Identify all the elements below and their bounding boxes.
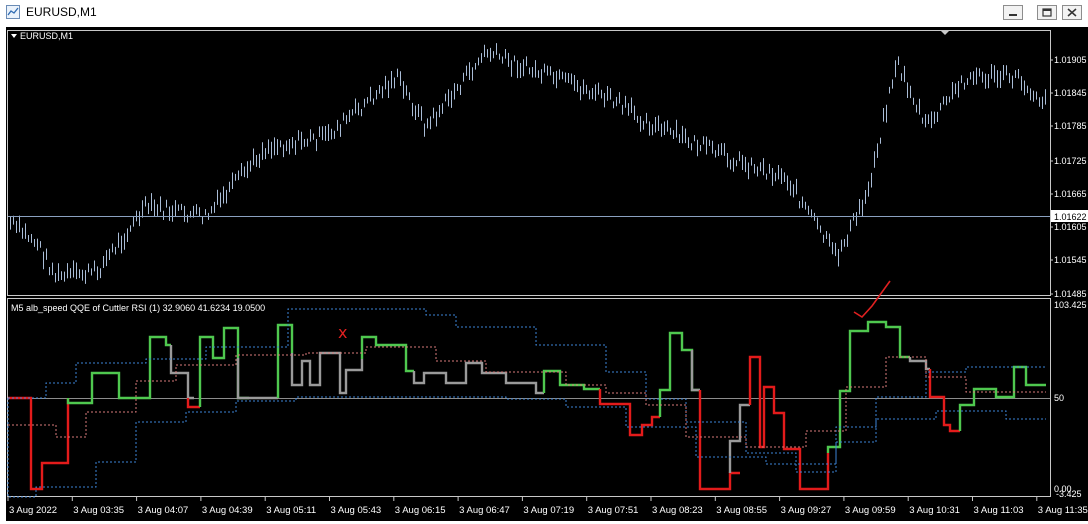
indicator-label: M5 alb_speed QQE of Cuttler RSI (1) 32.9… [11, 303, 265, 313]
rsi-line-segment [598, 389, 660, 437]
rsi-line-segment [908, 357, 930, 371]
dropdown-triangle-icon[interactable] [11, 34, 17, 38]
price-bars [10, 43, 1046, 284]
indicator-series [7, 308, 1046, 498]
chart-window-icon [6, 5, 20, 19]
rsi-line-segment [8, 396, 70, 491]
restore-icon [1042, 8, 1052, 17]
time-tick-label: 3 Aug 08:55 [716, 505, 767, 516]
time-tick-label: 3 Aug 07:19 [523, 505, 574, 516]
minimize-button[interactable] [1003, 5, 1023, 20]
time-tick-label: 3 Aug 09:27 [781, 505, 832, 516]
price-axis: 1.01905 1.01845 1.01785 1.01725 1.01665 1.016… [1050, 55, 1087, 299]
indicator-scale-bottom-2: -3.425 [1056, 489, 1082, 499]
time-axis: 3 Aug 2022 3 Aug 03:35 3 Aug 04:07 3 Aug 04… [7, 497, 1088, 516]
time-tick-label: 3 Aug 07:51 [588, 505, 639, 516]
time-tick-label: 3 Aug 2022 [9, 505, 57, 516]
window-title: EURUSD,M1 [26, 5, 97, 19]
price-tick-label: 1.01605 [1054, 222, 1087, 232]
time-tick-label: 3 Aug 10:31 [909, 505, 960, 516]
rsi-line-segment [412, 361, 544, 395]
rsi-line-segment [698, 390, 740, 491]
rsi-line-segment [169, 345, 194, 400]
rsi-line-segment [728, 403, 750, 473]
main-chart-label: EURUSD,M1 [20, 31, 73, 41]
time-tick-label: 3 Aug 06:47 [459, 505, 510, 516]
rsi-line-segment [360, 335, 414, 373]
rsi-line-segment [236, 358, 278, 400]
time-tick-label: 3 Aug 11:35 [1038, 505, 1088, 516]
chart-canvas[interactable]: EURUSD,M1 1.019051.018451.017851.017251.… [6, 27, 1088, 521]
time-tick-label: 3 Aug 04:39 [202, 505, 253, 516]
rsi-line-segment [928, 369, 960, 433]
terminal-window: EURUSD,M1 EURUSD,M1 1.01905 1.01845 1.01… [0, 0, 1088, 524]
price-tick-label: 1.01785 [1054, 121, 1087, 131]
price-tick-label: 1.01545 [1054, 255, 1087, 265]
price-tick-label: 1.01485 [1054, 289, 1087, 299]
rsi-line-segment [66, 335, 171, 405]
rsi-line-segment [290, 351, 364, 395]
rsi-line-segment [542, 369, 600, 393]
price-tick-label: 1.01845 [1054, 88, 1087, 98]
price-tick-label: 1.01665 [1054, 189, 1087, 199]
rsi-line-segment [658, 331, 700, 417]
time-tick-label: 3 Aug 09:59 [845, 505, 896, 516]
price-tick-label: 1.01905 [1054, 55, 1087, 65]
close-button[interactable] [1062, 5, 1082, 20]
time-tick-label: 3 Aug 11:03 [974, 505, 1024, 516]
rsi-line-segment [690, 350, 700, 392]
cross-annotation: x [338, 323, 347, 342]
band-line [7, 396, 1046, 498]
band-line [8, 308, 1046, 473]
time-tick-label: 3 Aug 08:23 [652, 505, 703, 516]
close-icon [1067, 8, 1077, 17]
chart-area[interactable]: EURUSD,M1 1.01905 1.01845 1.01785 1.01725 1.… [6, 27, 1088, 521]
restore-button[interactable] [1037, 5, 1057, 20]
indicator-scale-top: 103.425 [1054, 300, 1087, 310]
current-price-label: 1.01622 [1054, 212, 1087, 222]
rsi-line-segment [186, 398, 200, 409]
time-tick-label: 3 Aug 04:07 [138, 505, 189, 516]
rsi-line-segment [826, 320, 910, 453]
rsi-line-segment [276, 323, 294, 398]
indicator-level-50: 50 [1054, 393, 1064, 403]
time-tick-label: 3 Aug 05:11 [266, 505, 316, 516]
shift-marker-icon[interactable] [940, 30, 950, 35]
price-tick-label: 1.01725 [1054, 156, 1087, 166]
time-tick-label: 3 Aug 03:35 [73, 505, 124, 516]
time-tick-label: 3 Aug 06:15 [395, 505, 446, 516]
rsi-line-segment [748, 355, 830, 491]
rsi-line-segment [198, 326, 249, 407]
title-bar[interactable]: EURUSD,M1 [0, 0, 1088, 26]
minimize-icon [1009, 14, 1017, 16]
time-tick-label: 3 Aug 05:43 [331, 505, 382, 516]
